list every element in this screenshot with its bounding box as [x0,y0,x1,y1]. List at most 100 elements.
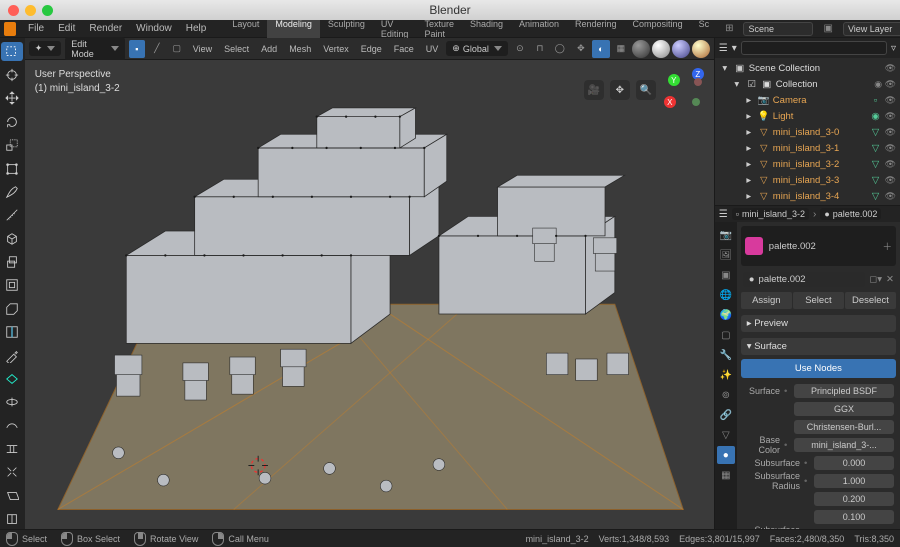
outliner-item[interactable]: ▸💡Light◉👁 [715,108,900,124]
viewport-menu-select[interactable]: Select [220,42,253,56]
proptab-texture[interactable]: ▦ [717,466,735,484]
material-browse-icon[interactable]: ◻▾ [869,274,882,285]
proptab-material[interactable]: ● [717,446,735,464]
viewport-menu-edge[interactable]: Edge [357,42,386,56]
outliner-item[interactable]: ▸📷Camera▫👁 [715,92,900,108]
tool-rip[interactable] [1,510,23,529]
axis-negy-icon[interactable] [692,98,700,106]
viewport-menu-mesh[interactable]: Mesh [285,42,315,56]
tool-scale[interactable] [1,136,23,155]
proptab-world[interactable]: 🌍 [717,306,735,324]
material-slot[interactable]: palette.002 ＋ [741,226,896,266]
tool-transform[interactable] [1,159,23,178]
viewport-menu-face[interactable]: Face [390,42,418,56]
viewlayer-field[interactable] [843,22,900,36]
proptab-physics[interactable]: ⊚ [717,386,735,404]
maximize-window-button[interactable] [42,5,53,16]
proptab-mesh[interactable]: ▽ [717,426,735,444]
tool-spin[interactable] [1,393,23,412]
tool-add-cube[interactable] [1,229,23,248]
vertex-select-mode[interactable]: ▪ [129,40,145,58]
subsurface-value[interactable]: 0.000 [814,456,894,470]
sss-radius-1[interactable]: 0.200 [814,492,894,506]
viewport-camera-icon[interactable]: 🎥 [584,80,604,100]
proptab-output[interactable]: 🖼 [717,246,735,264]
mode-dropdown[interactable]: Edit Mode [65,37,125,61]
tool-smooth[interactable] [1,416,23,435]
axis-y-icon[interactable]: Y [668,74,680,86]
gizmo-toggle[interactable]: ✥ [572,40,590,58]
use-nodes-button[interactable]: Use Nodes [741,359,896,378]
3d-viewport[interactable]: User Perspective (1) mini_island_3-2 🎥 ✥… [25,60,714,529]
overlay-toggle[interactable]: ◐ [592,40,610,58]
menu-window[interactable]: Window [130,21,178,36]
proptab-render[interactable]: 📷 [717,226,735,244]
sss-radius-0[interactable]: 1.000 [814,474,894,488]
outliner-search[interactable] [741,41,887,55]
tool-knife[interactable] [1,346,23,365]
proptab-particles[interactable]: ✨ [717,366,735,384]
tool-shrink[interactable] [1,463,23,482]
menu-help[interactable]: Help [180,21,213,36]
menu-file[interactable]: File [22,21,50,36]
viewport-pan-icon[interactable]: ✥ [610,80,630,100]
shading-rendered[interactable] [692,40,710,58]
outliner-item[interactable]: ▸▽mini_island_3-2▽👁 [715,156,900,172]
axis-negx-icon[interactable] [694,78,702,86]
shading-solid[interactable] [652,40,670,58]
outliner-display-icon[interactable]: ▾ [732,43,737,54]
viewport-menu-uv[interactable]: UV [422,42,443,56]
axis-x-icon[interactable]: X [664,96,676,108]
close-window-button[interactable] [8,5,19,16]
outliner-collection[interactable]: ▾☑▣Collection◉ 👁 [715,76,900,92]
tool-cursor[interactable] [1,65,23,84]
sss-radius-2[interactable]: 0.100 [814,510,894,524]
select-button[interactable]: Select [793,292,844,309]
context-material-chip[interactable]: ● palette.002 [820,208,881,220]
tool-move[interactable] [1,89,23,108]
minimize-window-button[interactable] [25,5,36,16]
surface-section-header[interactable]: ▾ Surface [741,338,896,355]
editor-type-dropdown[interactable]: ✦ [29,41,62,56]
tool-bevel[interactable] [1,299,23,318]
tool-inset[interactable] [1,276,23,295]
tool-polybuild[interactable] [1,369,23,388]
proportional-edit[interactable]: ◯ [552,40,568,58]
snap-toggle[interactable]: ⊓ [532,40,548,58]
tool-loopcut[interactable] [1,323,23,342]
scene-field[interactable] [743,22,813,36]
shading-wireframe[interactable] [632,40,650,58]
assign-button[interactable]: Assign [741,292,792,309]
distribution-dd[interactable]: GGX [794,402,894,416]
sss-method-dd[interactable]: Christensen-Burl... [794,420,894,434]
surface-shader-dd[interactable]: Principled BSDF [794,384,894,398]
xray-toggle[interactable]: ▦ [612,40,630,58]
face-select-mode[interactable]: ▢ [169,40,185,58]
preview-section-header[interactable]: ▸ Preview [741,315,896,332]
outliner-item[interactable]: ▸▽mini_island_3-3▽👁 [715,172,900,188]
proptab-object[interactable]: ▢ [717,326,735,344]
proptab-modifiers[interactable]: 🔧 [717,346,735,364]
tool-select-box[interactable] [1,42,23,61]
proptab-scene[interactable]: 🌐 [717,286,735,304]
outliner-item[interactable]: ▸▽mini_island_3-4▽👁 [715,188,900,204]
properties-type-icon[interactable]: ☰ [719,209,728,220]
tool-measure[interactable] [1,206,23,225]
context-object-chip[interactable]: ▫ mini_island_3-2 [732,208,809,220]
viewport-menu-add[interactable]: Add [257,42,281,56]
tool-extrude[interactable] [1,252,23,271]
nav-gizmo[interactable]: X Y Z [662,68,706,112]
viewport-menu-view[interactable]: View [189,42,216,56]
tool-shear[interactable] [1,486,23,505]
outliner-scene-collection[interactable]: ▾▣Scene Collection👁 [715,60,900,76]
pivot-dropdown[interactable]: ⊙ [512,40,528,58]
tool-annotate[interactable] [1,182,23,201]
outliner-filter-icon[interactable]: ▿ [891,43,896,54]
material-add-icon[interactable]: ＋ [882,239,892,253]
orientation-dropdown[interactable]: ⊕ Global [446,41,508,56]
proptab-constraints[interactable]: 🔗 [717,406,735,424]
viewport-zoom-icon[interactable]: 🔍 [636,80,656,100]
menu-render[interactable]: Render [83,21,128,36]
proptab-viewlayer[interactable]: ▣ [717,266,735,284]
tool-edge-slide[interactable] [1,439,23,458]
